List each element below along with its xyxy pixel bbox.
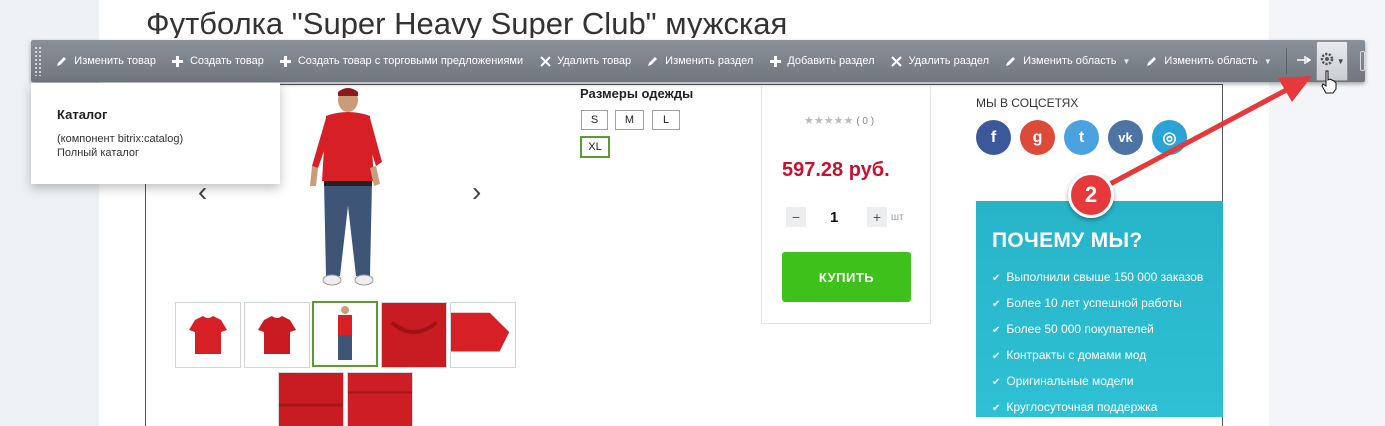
component-tooltip: Каталог (компонент bitrix:catalog) Полны… [31,83,280,184]
hand-cursor-icon [1321,70,1337,94]
size-option-l[interactable]: L [652,110,680,130]
create-product-with-offers-button[interactable]: Создать товар с торговыми предложениями [272,40,531,82]
toolbar-divider [1285,48,1287,74]
why-us-item: ✔ Более 10 лет успешной работы [992,296,1182,310]
admin-toolbar: Изменить товар Создать товар Создать тов… [31,40,1365,82]
plus-icon [769,55,781,67]
why-us-item: ✔ Контракты с домами мод [992,348,1147,362]
quantity-value[interactable]: 1 [830,209,838,226]
size-option-s[interactable]: S [581,110,608,130]
delete-product-button[interactable]: Удалить товар [531,40,639,82]
buy-button[interactable]: КУПИТЬ [782,252,911,302]
edit-area-button[interactable]: Изменить область ▼ [997,40,1138,82]
gallery-next-arrow[interactable]: › [472,176,481,208]
plus-icon [172,55,184,67]
gallery-thumbnail[interactable] [175,302,241,368]
close-icon [539,55,551,67]
create-product-button[interactable]: Создать товар [164,40,272,82]
social-title: МЫ В СОЦСЕТЯХ [976,96,1079,110]
pencil-icon [1005,55,1017,67]
annotation-badge: 2 [1068,172,1114,218]
check-icon: ✔ [992,403,1001,414]
toolbar-resize-handle[interactable] [1359,51,1365,71]
quantity-unit: шт [891,212,904,223]
price-box: ★★★★★( 0 ) 597.28 руб. − 1 + шт КУПИТЬ [761,86,931,324]
vk-icon[interactable]: vk [1108,120,1143,155]
why-us-title: ПОЧЕМУ МЫ? [992,229,1143,252]
check-icon: ✔ [992,377,1001,388]
edit-section-button[interactable]: Изменить раздел [639,40,761,82]
google-plus-icon[interactable]: g [1020,120,1055,155]
pencil-icon [647,55,659,67]
pencil-icon [1146,55,1158,67]
chevron-down-icon: ▼ [1336,56,1345,66]
chevron-down-icon: ▼ [1263,56,1272,66]
gallery-thumbnail[interactable] [347,372,413,426]
gallery-thumbnail[interactable] [244,302,310,368]
check-icon: ✔ [992,273,1001,284]
product-title: Футболка "Super Heavy Super Club" мужска… [146,6,788,38]
rating-stars[interactable]: ★★★★★( 0 ) [804,114,874,127]
size-option-xl-selected[interactable]: XL [580,136,610,158]
check-icon: ✔ [992,299,1001,310]
delete-section-button[interactable]: Удалить раздел [883,40,998,82]
tooltip-component: (компонент bitrix:catalog) [57,133,184,145]
edit-product-button[interactable]: Изменить товар [48,40,164,82]
tooltip-description: Полный каталог [57,147,140,159]
check-icon: ✔ [992,325,1001,336]
plus-icon [280,55,292,67]
gallery-thumbnail-active[interactable] [312,301,378,367]
product-main-photo[interactable] [300,86,390,291]
check-icon: ✔ [992,351,1001,362]
gallery-thumbnail[interactable] [381,302,447,368]
add-section-button[interactable]: Добавить раздел [761,40,882,82]
why-us-item: ✔ Круглосуточная поддержка [992,400,1158,414]
instagram-icon[interactable]: ◎ [1152,120,1187,155]
sizes-label: Размеры одежды [580,86,694,101]
why-us-block: ПОЧЕМУ МЫ? ✔ Выполнили свыше 150 000 зака… [976,201,1223,417]
pencil-icon [56,55,68,67]
size-option-m[interactable]: M [615,110,644,130]
why-us-item: ✔ Оригинальные модели [992,374,1134,388]
edit-area-button-2[interactable]: Изменить область ▼ [1138,40,1279,82]
chevron-down-icon: ▼ [1122,56,1131,66]
pin-button[interactable] [1293,40,1316,82]
close-icon [891,55,903,67]
gear-icon [1319,51,1335,72]
why-us-item: ✔ Выполнили свыше 150 000 заказов [992,270,1204,284]
toolbar-drag-handle[interactable] [34,46,43,76]
rating-count: ( 0 ) [856,116,875,127]
gallery-thumbnail[interactable] [450,302,516,368]
twitter-icon[interactable]: t [1064,120,1099,155]
pin-icon [1297,52,1312,70]
quantity-minus-button[interactable]: − [786,207,806,227]
gallery-thumbnail[interactable] [278,372,344,426]
product-price: 597.28 руб. [782,159,890,181]
tooltip-title: Каталог [57,107,108,122]
why-us-item: ✔ Более 50 000 покупателей [992,322,1154,336]
facebook-icon[interactable]: f [976,120,1011,155]
quantity-plus-button[interactable]: + [867,207,887,227]
